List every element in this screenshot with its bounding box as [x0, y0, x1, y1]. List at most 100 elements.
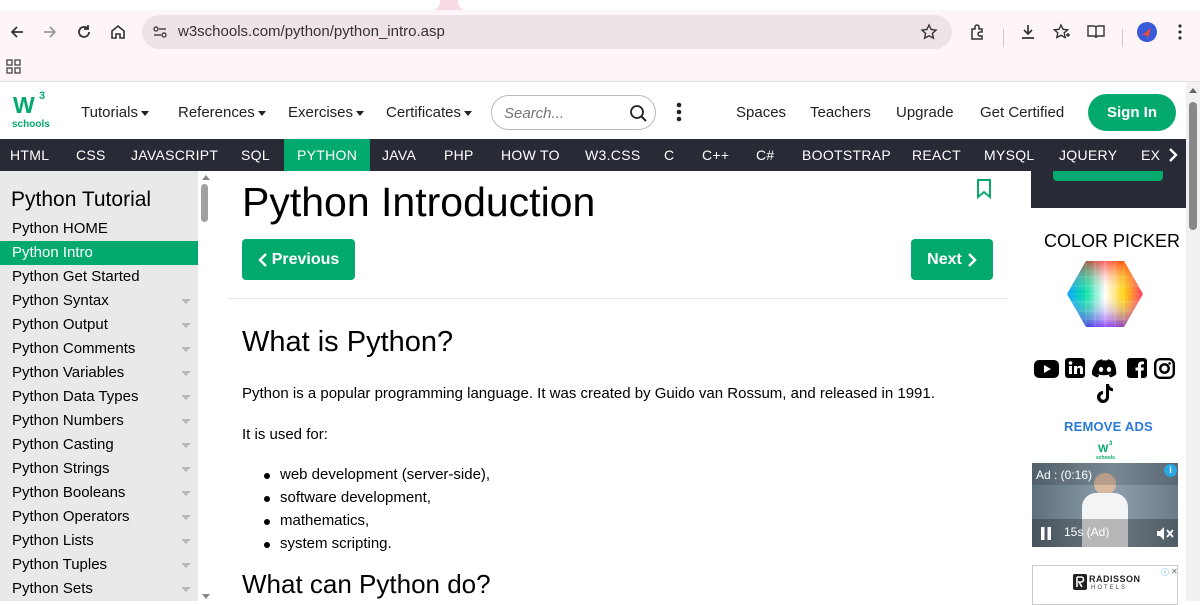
- topnav-bootstrap[interactable]: BOOTSTRAP: [802, 139, 891, 171]
- sidebar-item-intro[interactable]: Python Intro: [0, 241, 198, 265]
- bookmark-star-icon[interactable]: [920, 23, 938, 41]
- scroll-up-icon[interactable]: [1189, 88, 1197, 93]
- page-scrollbar[interactable]: [1186, 82, 1200, 601]
- extensions-icon[interactable]: [966, 20, 990, 44]
- search-input[interactable]: [504, 103, 624, 123]
- browser-tab[interactable]: [0, 0, 440, 10]
- reading-view-icon[interactable]: [1084, 20, 1108, 44]
- discord-icon[interactable]: [1092, 359, 1118, 379]
- page-scroll-thumb[interactable]: [1189, 102, 1197, 230]
- sidebar-item-booleans[interactable]: Python Booleans: [0, 481, 198, 505]
- youtube-icon[interactable]: [1034, 359, 1059, 379]
- facebook-icon[interactable]: [1127, 358, 1147, 378]
- menu-references[interactable]: References: [178, 104, 266, 121]
- home-icon[interactable]: [106, 20, 130, 44]
- topnav-css[interactable]: CSS: [76, 139, 106, 171]
- topnav-html[interactable]: HTML: [10, 139, 49, 171]
- pause-icon[interactable]: [1040, 527, 1052, 540]
- instagram-icon[interactable]: [1154, 358, 1175, 379]
- search-icon[interactable]: [629, 104, 648, 123]
- more-menu-icon[interactable]: [1168, 20, 1192, 44]
- topnav-ex[interactable]: EX: [1141, 139, 1160, 171]
- link-spaces[interactable]: Spaces: [736, 104, 786, 121]
- site-settings-icon[interactable]: [152, 24, 168, 40]
- url-text[interactable]: w3schools.com/python/python_intro.asp: [178, 23, 445, 40]
- remove-ads-link[interactable]: REMOVE ADS: [1064, 419, 1153, 434]
- topnav-c[interactable]: C: [664, 139, 674, 171]
- menu-tutorials[interactable]: Tutorials: [81, 104, 149, 121]
- sidebar-item-get-started[interactable]: Python Get Started: [0, 265, 198, 289]
- expand-icon[interactable]: [181, 443, 191, 448]
- sidebar-item-syntax[interactable]: Python Syntax: [0, 289, 198, 313]
- menu-certificates[interactable]: Certificates: [386, 104, 473, 121]
- expand-icon[interactable]: [181, 563, 191, 568]
- expand-icon[interactable]: [181, 299, 191, 304]
- sidebar-item-comments[interactable]: Python Comments: [0, 337, 198, 361]
- sign-in-button[interactable]: Sign In: [1088, 94, 1176, 131]
- expand-icon[interactable]: [181, 467, 191, 472]
- expand-icon[interactable]: [181, 515, 191, 520]
- topnav-react[interactable]: REACT: [912, 139, 961, 171]
- more-vertical-icon[interactable]: [676, 102, 682, 122]
- sidebar-item-operators[interactable]: Python Operators: [0, 505, 198, 529]
- ad-close-icon[interactable]: ✕: [1171, 567, 1178, 576]
- expand-icon[interactable]: [181, 347, 191, 352]
- sidebar-item-home[interactable]: Python HOME: [0, 217, 198, 241]
- ad-choices-icon[interactable]: ⓘ: [1161, 567, 1169, 578]
- sidebar-item-variables[interactable]: Python Variables: [0, 361, 198, 385]
- previous-button[interactable]: Previous: [242, 239, 355, 280]
- expand-icon[interactable]: [181, 539, 191, 544]
- topnav-csharp[interactable]: C#: [756, 139, 775, 171]
- get-started-button[interactable]: [1053, 171, 1163, 181]
- reload-icon[interactable]: [72, 20, 96, 44]
- chevron-right-icon[interactable]: [1160, 139, 1186, 171]
- sidebar-item-lists[interactable]: Python Lists: [0, 529, 198, 553]
- sidebar-item-output[interactable]: Python Output: [0, 313, 198, 337]
- color-picker-title[interactable]: COLOR PICKER: [1044, 231, 1180, 252]
- mute-icon[interactable]: [1156, 526, 1174, 541]
- topnav-sql[interactable]: SQL: [241, 139, 270, 171]
- hotel-ad[interactable]: RADISSON HOTELS ⓘ ✕: [1032, 565, 1178, 605]
- link-get-certified[interactable]: Get Certified: [980, 104, 1064, 121]
- topnav-php[interactable]: PHP: [444, 139, 474, 171]
- topnav-mysql[interactable]: MYSQL: [984, 139, 1035, 171]
- favorites-icon[interactable]: [1050, 20, 1074, 44]
- topnav-javascript[interactable]: JAVASCRIPT: [131, 139, 218, 171]
- apps-grid-icon[interactable]: [6, 59, 22, 75]
- expand-icon[interactable]: [181, 419, 191, 424]
- w3schools-logo[interactable]: W 3 schools: [11, 90, 53, 132]
- sidebar-item-data-types[interactable]: Python Data Types: [0, 385, 198, 409]
- sidebar-item-strings[interactable]: Python Strings: [0, 457, 198, 481]
- expand-icon[interactable]: [181, 395, 191, 400]
- bookmark-icon[interactable]: [976, 179, 992, 199]
- sidebar-item-sets[interactable]: Python Sets: [0, 577, 198, 601]
- browser-tab[interactable]: [458, 0, 1200, 10]
- scroll-down-icon[interactable]: [202, 594, 210, 599]
- forward-icon[interactable]: [38, 20, 62, 44]
- scroll-up-icon[interactable]: [202, 175, 210, 180]
- linkedin-icon[interactable]: [1065, 358, 1085, 378]
- profile-avatar-icon[interactable]: [1135, 20, 1159, 44]
- link-upgrade[interactable]: Upgrade: [896, 104, 954, 121]
- expand-icon[interactable]: [181, 371, 191, 376]
- tiktok-icon[interactable]: [1096, 383, 1114, 403]
- address-bar[interactable]: w3schools.com/python/python_intro.asp: [142, 15, 952, 49]
- sidebar-item-numbers[interactable]: Python Numbers: [0, 409, 198, 433]
- expand-icon[interactable]: [181, 491, 191, 496]
- menu-exercises[interactable]: Exercises: [288, 104, 365, 121]
- sidebar-scroll-thumb[interactable]: [201, 184, 208, 222]
- topnav-cpp[interactable]: C++: [702, 139, 729, 171]
- sidebar-item-casting[interactable]: Python Casting: [0, 433, 198, 457]
- download-icon[interactable]: [1016, 20, 1040, 44]
- topnav-python[interactable]: PYTHON: [284, 139, 371, 171]
- link-teachers[interactable]: Teachers: [810, 104, 871, 121]
- ad-info-icon[interactable]: i: [1164, 464, 1177, 477]
- video-ad[interactable]: Ad : (0:16) i 15s (Ad): [1032, 463, 1178, 547]
- topnav-w3css[interactable]: W3.CSS: [585, 139, 640, 171]
- sidebar-item-tuples[interactable]: Python Tuples: [0, 553, 198, 577]
- sidebar-scrollbar[interactable]: [198, 171, 212, 601]
- topnav-howto[interactable]: HOW TO: [501, 139, 560, 171]
- expand-icon[interactable]: [181, 587, 191, 592]
- back-icon[interactable]: [5, 20, 29, 44]
- color-picker-hexagon-icon[interactable]: [1066, 260, 1144, 328]
